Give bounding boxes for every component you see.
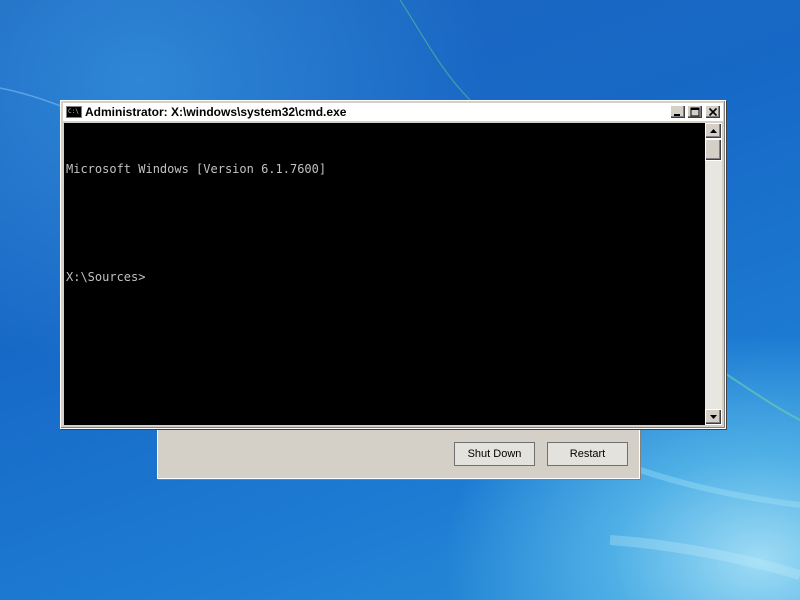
maximize-button[interactable] <box>687 105 703 119</box>
arrow-down-icon <box>710 415 717 419</box>
title-bar[interactable]: C:\ Administrator: X:\windows\system32\c… <box>63 103 723 121</box>
maximize-icon <box>690 107 700 117</box>
restart-button[interactable]: Restart <box>547 442 628 466</box>
command-prompt-window[interactable]: C:\ Administrator: X:\windows\system32\c… <box>60 100 726 429</box>
console-line: Microsoft Windows [Version 6.1.7600] <box>66 162 327 176</box>
scroll-down-button[interactable] <box>705 409 722 425</box>
console-prompt-line: X:\Sources> <box>66 270 146 284</box>
console-output[interactable]: Microsoft Windows [Version 6.1.7600] X:\… <box>64 123 705 425</box>
close-button[interactable] <box>705 105 721 119</box>
close-icon <box>708 107 718 117</box>
minimize-button[interactable] <box>670 105 686 119</box>
shut-down-button[interactable]: Shut Down <box>454 442 535 466</box>
vertical-scrollbar[interactable] <box>705 123 722 425</box>
minimize-icon <box>674 114 680 116</box>
scroll-up-button[interactable] <box>705 123 722 139</box>
desktop-background: Shut Down Restart C:\ Administrator: X:\… <box>0 0 800 600</box>
arrow-up-icon <box>710 129 717 133</box>
cmd-icon[interactable]: C:\ <box>66 106 82 118</box>
scroll-thumb[interactable] <box>705 139 722 161</box>
window-title: Administrator: X:\windows\system32\cmd.e… <box>85 105 347 119</box>
caption-buttons <box>670 105 721 119</box>
